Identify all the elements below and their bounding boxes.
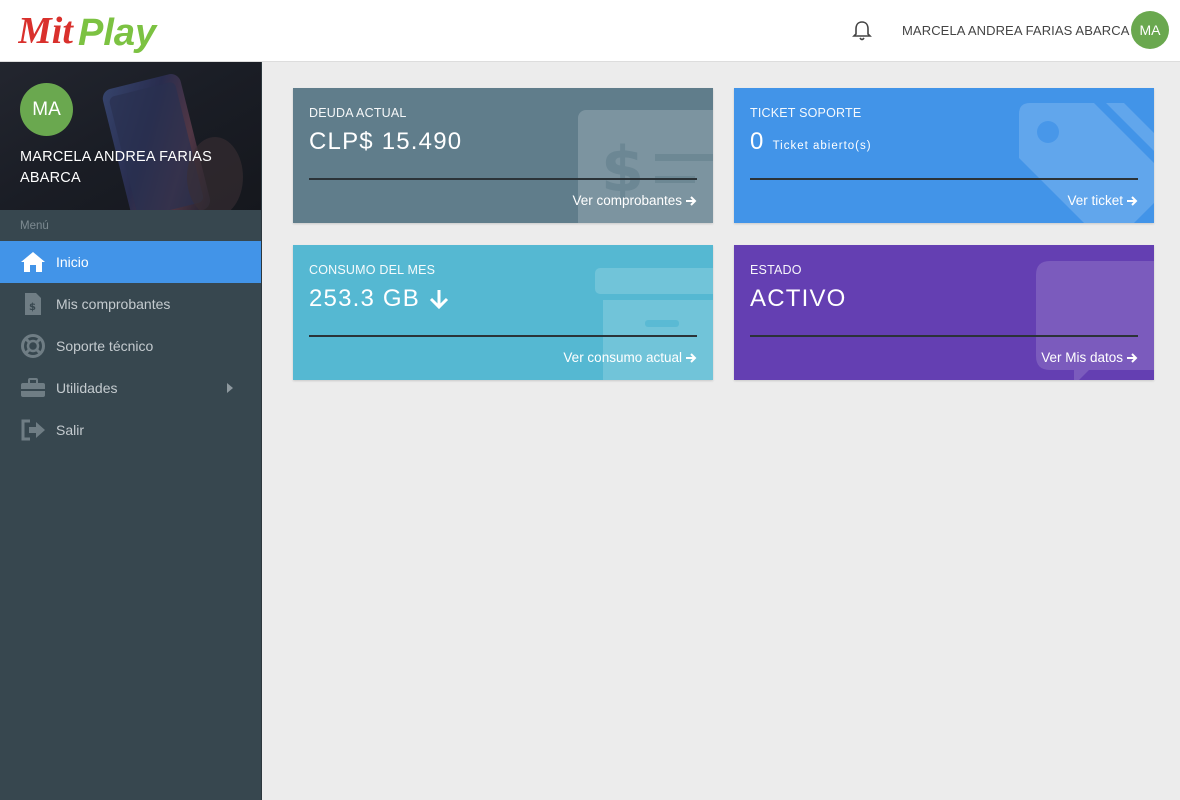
sidebar-item-mis-comprobantes[interactable]: $ Mis comprobantes <box>0 283 261 325</box>
user-menu-dropdown[interactable]: MARCELA ANDREA FARIAS ABARCA <box>902 23 1144 38</box>
card-label: DEUDA ACTUAL <box>309 106 407 120</box>
sidebar-item-label: Salir <box>56 422 85 438</box>
link-label: Ver Mis datos <box>1041 350 1123 365</box>
svg-text:Play: Play <box>78 12 158 54</box>
sidebar-item-soporte-tecnico[interactable]: Soporte técnico <box>0 325 261 367</box>
sidebar-profile: MA MARCELA ANDREA FARIAS ABARCA <box>0 62 261 210</box>
ver-ticket-link[interactable]: Ver ticket <box>1067 193 1138 208</box>
card-subtext: Ticket abierto(s) <box>772 140 872 152</box>
card-value: 0 <box>750 128 765 155</box>
divider <box>309 178 697 180</box>
svg-text:Mit: Mit <box>18 10 74 52</box>
ver-mis-datos-link[interactable]: Ver Mis datos <box>1041 350 1138 365</box>
ticket-count: 0 Ticket abierto(s) <box>750 128 872 156</box>
link-label: Ver comprobantes <box>572 193 682 208</box>
sidebar-item-inicio[interactable]: Inicio <box>0 241 261 283</box>
card-ticket-soporte: TICKET SOPORTE 0 Ticket abierto(s) Ver t… <box>734 88 1154 223</box>
logo-wordmark: Mit Play <box>18 10 158 54</box>
link-label: Ver consumo actual <box>563 350 682 365</box>
card-estado: ESTADO ACTIVO Ver Mis datos <box>734 245 1154 380</box>
lifebuoy-icon <box>20 334 46 358</box>
card-value: CLP$ 15.490 <box>309 128 463 155</box>
sidebar-item-salir[interactable]: Salir <box>0 409 261 451</box>
mitplay-logo[interactable]: Mit Play <box>18 6 163 56</box>
home-icon <box>20 250 46 274</box>
toolbox-icon <box>20 376 46 400</box>
link-label: Ver ticket <box>1067 193 1123 208</box>
ver-comprobantes-link[interactable]: Ver comprobantes <box>572 193 697 208</box>
sidebar-item-label: Utilidades <box>56 380 118 396</box>
sign-out-icon <box>20 418 46 442</box>
sidebar-item-label: Mis comprobantes <box>56 296 171 312</box>
top-bar: Mit Play MARCELA ANDREA FARIAS ABARCA MA <box>0 0 1180 62</box>
arrow-right-icon <box>1127 352 1138 363</box>
sidebar: MA MARCELA ANDREA FARIAS ABARCA Menú Ini… <box>0 62 262 800</box>
debt-amount: CLP$ 15.490 <box>309 128 462 156</box>
profile-name: MARCELA ANDREA FARIAS ABARCA <box>20 149 212 186</box>
card-label: CONSUMO DEL MES <box>309 263 436 277</box>
chevron-right-icon <box>227 383 233 393</box>
card-value: 253.3 GB <box>309 285 421 312</box>
card-label: ESTADO <box>750 263 802 277</box>
ver-consumo-actual-link[interactable]: Ver consumo actual <box>563 350 697 365</box>
divider <box>750 335 1138 337</box>
card-deuda-actual: $ DEUDA ACTUAL CLP$ 15.490 Ver comproban… <box>293 88 713 223</box>
sidebar-item-utilidades[interactable]: Utilidades <box>0 367 261 409</box>
account-status: ACTIVO <box>750 285 847 313</box>
invoice-icon: $ <box>20 292 46 316</box>
data-usage: 253.3 GB <box>309 285 450 313</box>
sidebar-item-label: Soporte técnico <box>56 338 154 354</box>
sidebar-avatar: MA <box>20 83 73 136</box>
divider <box>750 178 1138 180</box>
divider <box>309 335 697 337</box>
card-label: TICKET SOPORTE <box>750 106 862 120</box>
arrow-right-icon <box>686 195 697 206</box>
menu-heading: Menú <box>20 220 49 232</box>
card-consumo-del-mes: CONSUMO DEL MES 253.3 GB Ver consumo act… <box>293 245 713 380</box>
notifications-bell-icon[interactable] <box>850 20 874 42</box>
arrow-down-icon <box>429 290 449 310</box>
arrow-right-icon <box>1127 195 1138 206</box>
arrow-right-icon <box>686 352 697 363</box>
avatar[interactable]: MA <box>1131 11 1169 49</box>
card-value: ACTIVO <box>750 285 847 312</box>
svg-text:$: $ <box>29 302 36 313</box>
user-menu-name: MARCELA ANDREA FARIAS ABARCA <box>902 23 1130 38</box>
sidebar-item-label: Inicio <box>56 254 89 270</box>
